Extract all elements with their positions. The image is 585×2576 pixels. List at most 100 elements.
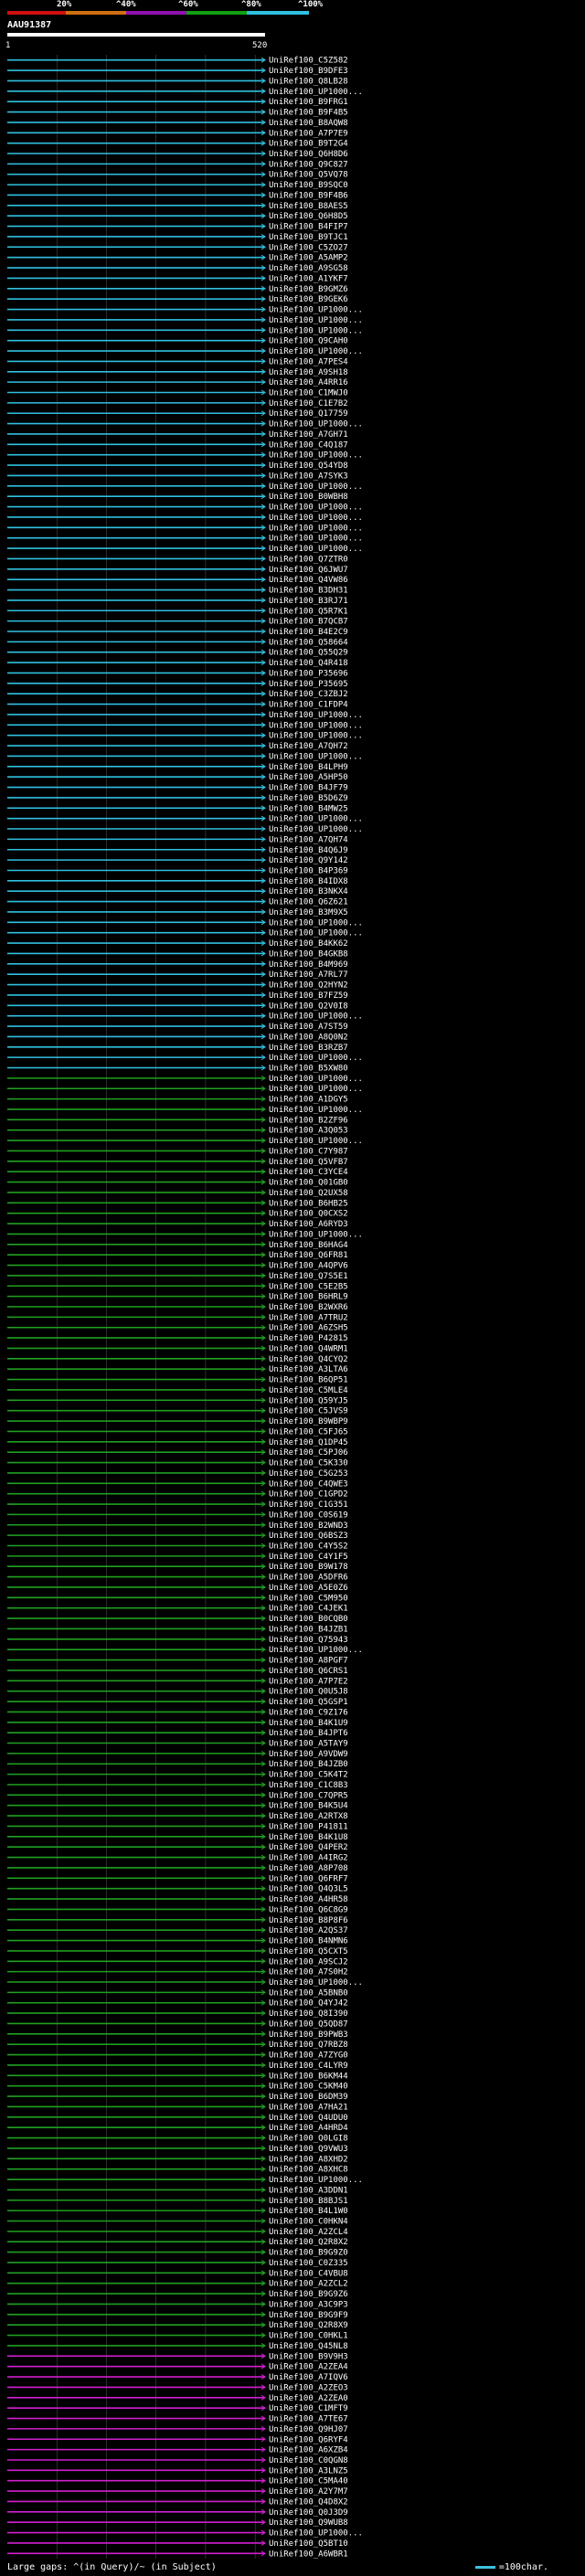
hit-label: UniRef100_B6KM44 xyxy=(269,2072,348,2081)
hit-label: UniRef100_Q4UDU0 xyxy=(269,2114,348,2123)
hit-label: UniRef100_A2ZCL4 xyxy=(269,2228,348,2237)
hit-label: UniRef100_C7Y987 xyxy=(269,1147,348,1156)
hit-label: UniRef100_Q6H8D5 xyxy=(269,212,348,221)
hit-label: UniRef100_A3LTA6 xyxy=(269,1365,348,1374)
hit-label: UniRef100_B6HB25 xyxy=(269,1199,348,1208)
hit-label: UniRef100_B3DH31 xyxy=(269,587,348,596)
hit-label: UniRef100_A4HR58 xyxy=(269,1895,348,1904)
hit-label: UniRef100_Q9HJ07 xyxy=(269,2425,348,2434)
hit-label: UniRef100_C5M950 xyxy=(269,1594,348,1603)
scale-swatch xyxy=(474,2565,495,2569)
hit-label: UniRef100_A7P7E2 xyxy=(269,1677,348,1686)
hit-label: UniRef100_UP1000... xyxy=(269,326,363,335)
hit-label: UniRef100_B9F4B6 xyxy=(269,191,348,200)
hit-label: UniRef100_C7QPR5 xyxy=(269,1791,348,1800)
hit-label: UniRef100_C5MA40 xyxy=(269,2477,348,2486)
hit-label: UniRef100_UP1000... xyxy=(269,1075,363,1084)
hit-label: UniRef100_A5E0Z6 xyxy=(269,1584,348,1593)
ruler-end: 520 xyxy=(252,41,267,50)
hit-label: UniRef100_UP1000... xyxy=(269,306,363,315)
hit-label: UniRef100_A2Y7M7 xyxy=(269,2487,348,2496)
hit-label: UniRef100_A8XHD2 xyxy=(269,2155,348,2164)
hit-label: UniRef100_Q59YJ5 xyxy=(269,1396,348,1405)
hit-label: UniRef100_B4L1W0 xyxy=(269,2207,348,2216)
hit-label: UniRef100_Q6FR81 xyxy=(269,1251,348,1260)
hit-label: UniRef100_B2WXR6 xyxy=(269,1303,348,1312)
legend-tick-40: ^40% xyxy=(116,0,136,9)
gaps-legend: Large gaps: ^(in Query)/~ (in Subject) xyxy=(7,2562,217,2572)
hit-label: UniRef100_UP1000... xyxy=(269,1978,363,1988)
hit-label: UniRef100_A2ZEO3 xyxy=(269,2383,348,2392)
hit-label: UniRef100_A7TE67 xyxy=(269,2415,348,2424)
hit-label: UniRef100_B4LPH9 xyxy=(269,763,348,772)
hit-label: UniRef100_UP1000... xyxy=(269,482,363,492)
hit-label: UniRef100_C0S619 xyxy=(269,1511,348,1520)
hit-label: UniRef100_UP1000... xyxy=(269,316,363,325)
hit-label: UniRef100_Q4VW86 xyxy=(269,576,348,585)
hit-label: UniRef100_C1E7B2 xyxy=(269,399,348,408)
hit-label: UniRef100_Q75943 xyxy=(269,1636,348,1645)
hit-label: UniRef100_Q9WUB8 xyxy=(269,2518,348,2528)
hit-label: UniRef100_Q5GSP1 xyxy=(269,1698,348,1707)
hit-label: UniRef100_A9SG58 xyxy=(269,264,348,273)
hit-label: UniRef100_UP1000... xyxy=(269,1646,363,1655)
hit-label: UniRef100_UP1000... xyxy=(269,2529,363,2539)
hit-label: UniRef100_Q01GB0 xyxy=(269,1179,348,1188)
hit-label: UniRef100_Q4R418 xyxy=(269,659,348,668)
hit-label: UniRef100_A5DFR6 xyxy=(269,1574,348,1583)
hit-label: UniRef100_B4MW25 xyxy=(269,804,348,813)
hit-label: UniRef100_Q9CAH0 xyxy=(269,337,348,346)
hit-label: UniRef100_Q6CRS1 xyxy=(269,1667,348,1676)
hit-label: UniRef100_B9GEK6 xyxy=(269,295,348,304)
hit-label: UniRef100_C5KM40 xyxy=(269,2083,348,2092)
hit-label: UniRef100_C1FDP4 xyxy=(269,701,348,710)
hit-label: UniRef100_A5AMP2 xyxy=(269,254,348,263)
hit-label: UniRef100_UP1000... xyxy=(269,420,363,429)
hit-label: UniRef100_C4Y5S2 xyxy=(269,1542,348,1551)
hit-label: UniRef100_A4HRD4 xyxy=(269,2124,348,2133)
hit-label: UniRef100_C5K4T2 xyxy=(269,1771,348,1780)
hit-label: UniRef100_B9W178 xyxy=(269,1563,348,1572)
hit-label: UniRef100_A6XZB4 xyxy=(269,2446,348,2455)
hit-label: UniRef100_A7QH72 xyxy=(269,742,348,751)
hit-label: UniRef100_Q5R7K1 xyxy=(269,607,348,616)
hit-label: UniRef100_A7S0H2 xyxy=(269,1968,348,1977)
hit-label: UniRef100_Q0LGI8 xyxy=(269,2135,348,2144)
hit-label: UniRef100_C5PJ06 xyxy=(269,1448,348,1458)
hit-label: UniRef100_Q7S5E1 xyxy=(269,1272,348,1281)
hit-label: UniRef100_C4JEK1 xyxy=(269,1605,348,1614)
hit-label: UniRef100_B9SQC0 xyxy=(269,181,348,190)
legend-tick-20: 20% xyxy=(57,0,72,9)
scale-label: =100char. xyxy=(498,2562,548,2572)
alignment-plot: UniRef100_C5Z582UniRef100_B9DFE3UniRef10… xyxy=(7,55,363,2559)
hit-label: UniRef100_UP1000... xyxy=(269,504,363,513)
hit-label: UniRef100_B3M9X5 xyxy=(269,908,348,917)
hit-label: UniRef100_UP1000... xyxy=(269,88,363,97)
hit-label: UniRef100_UP1000... xyxy=(269,815,363,824)
hit-label: UniRef100_Q4D8X2 xyxy=(269,2497,348,2507)
query-title: AAU91387 xyxy=(7,20,52,30)
hit-label: UniRef100_A7ST59 xyxy=(269,1023,348,1032)
hit-label: UniRef100_UP1000... xyxy=(269,545,363,554)
hit-label: UniRef100_UP1000... xyxy=(269,825,363,834)
hit-label: UniRef100_Q5BT10 xyxy=(269,2539,348,2549)
hit-label: UniRef100_Q54YD8 xyxy=(269,461,348,471)
hit-label: UniRef100_B4GKB8 xyxy=(269,949,348,959)
hit-label: UniRef100_UP1000... xyxy=(269,524,363,533)
hit-label: UniRef100_Q7ZTR0 xyxy=(269,555,348,564)
hit-label: UniRef100_B4P369 xyxy=(269,866,348,875)
hit-label: UniRef100_B8AQW8 xyxy=(269,119,348,128)
hit-label: UniRef100_A7TRU2 xyxy=(269,1313,348,1322)
hit-label: UniRef100_UP1000... xyxy=(269,451,363,461)
hit-label: UniRef100_A7SYK3 xyxy=(269,472,348,481)
hit-label: UniRef100_A7IQV6 xyxy=(269,2373,348,2382)
hit-label: UniRef100_C9Z176 xyxy=(269,1708,348,1717)
hit-label: UniRef100_A1DGY5 xyxy=(269,1096,348,1105)
hit-label: UniRef100_UP1000... xyxy=(269,347,363,356)
hit-label: UniRef100_B2WND3 xyxy=(269,1521,348,1531)
hit-label: UniRef100_C1MWJ0 xyxy=(269,389,348,398)
hit-label: UniRef100_A3LNZ5 xyxy=(269,2466,348,2475)
hit-label: UniRef100_UP1000... xyxy=(269,1054,363,1063)
hit-label: UniRef100_P35696 xyxy=(269,669,348,678)
hit-label: UniRef100_Q17759 xyxy=(269,409,348,419)
